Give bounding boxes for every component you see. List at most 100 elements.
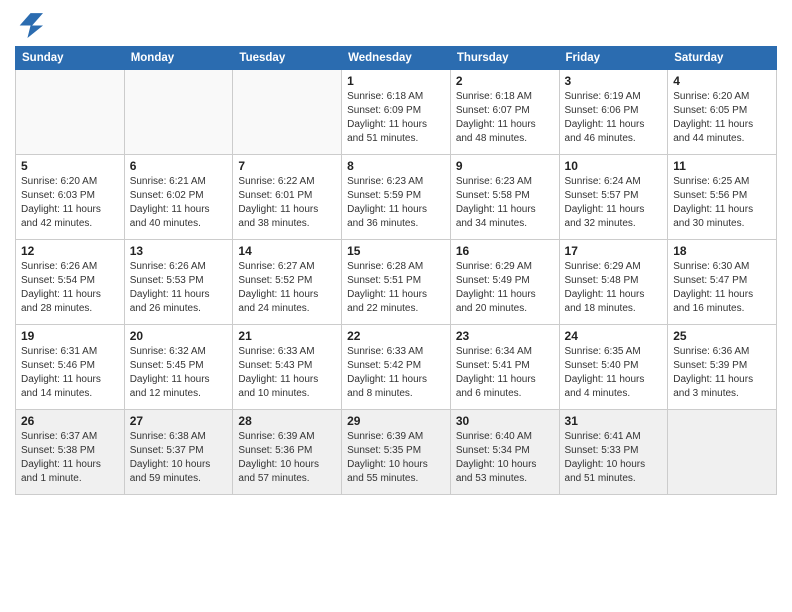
day-info: Sunrise: 6:19 AM Sunset: 6:06 PM Dayligh… xyxy=(565,90,663,146)
calendar-cell: 25 Sunrise: 6:36 AM Sunset: 5:39 PM Dayli… xyxy=(668,325,777,410)
calendar-cell: 29Sunrise: 6:39 AM Sunset: 5:35 PM Dayli… xyxy=(342,410,451,495)
day-info: Sunrise: 6:37 AM Sunset: 5:38 PM Dayligh… xyxy=(21,430,119,486)
calendar-cell: 13Sunrise: 6:26 AM Sunset: 5:53 PM Dayli… xyxy=(124,240,233,325)
day-of-week-wednesday: Wednesday xyxy=(342,47,451,70)
day-info: Sunrise: 6:31 AM Sunset: 5:46 PM Dayligh… xyxy=(21,345,119,401)
day-number: 27 xyxy=(130,414,228,428)
day-info: Sunrise: 6:32 AM Sunset: 5:45 PM Dayligh… xyxy=(130,345,228,401)
day-of-week-monday: Monday xyxy=(124,47,233,70)
day-number: 4 xyxy=(673,74,771,88)
day-number: 11 xyxy=(673,159,771,173)
calendar-cell: 7 Sunrise: 6:22 AM Sunset: 6:01 PM Daylig… xyxy=(233,155,342,240)
calendar-cell: 19Sunrise: 6:31 AM Sunset: 5:46 PM Dayli… xyxy=(16,325,125,410)
calendar-cell: 15 Sunrise: 6:28 AM Sunset: 5:51 PM Dayli… xyxy=(342,240,451,325)
day-info: Sunrise: 6:35 AM Sunset: 5:40 PM Dayligh… xyxy=(565,345,663,401)
day-number: 17 xyxy=(565,244,663,258)
week-row-3: 12 Sunrise: 6:26 AM Sunset: 5:54 PM Dayli… xyxy=(16,240,777,325)
day-info: Sunrise: 6:23 AM Sunset: 5:58 PM Dayligh… xyxy=(456,175,554,231)
day-number: 5 xyxy=(21,159,119,173)
calendar-cell: 16 Sunrise: 6:29 AM Sunset: 5:49 PM Dayli… xyxy=(450,240,559,325)
day-number: 26 xyxy=(21,414,119,428)
calendar-cell: 8 Sunrise: 6:23 AM Sunset: 5:59 PM Daylig… xyxy=(342,155,451,240)
calendar-header: SundayMondayTuesdayWednesdayThursdayFrid… xyxy=(16,47,777,70)
calendar-cell: 31 Sunrise: 6:41 AM Sunset: 5:33 PM Dayli… xyxy=(559,410,668,495)
day-info: Sunrise: 6:29 AM Sunset: 5:48 PM Dayligh… xyxy=(565,260,663,316)
day-info: Sunrise: 6:39 AM Sunset: 5:35 PM Dayligh… xyxy=(347,430,445,486)
logo xyxy=(15,10,47,38)
day-info: Sunrise: 6:28 AM Sunset: 5:51 PM Dayligh… xyxy=(347,260,445,316)
day-info: Sunrise: 6:29 AM Sunset: 5:49 PM Dayligh… xyxy=(456,260,554,316)
week-row-2: 5 Sunrise: 6:20 AM Sunset: 6:03 PM Daylig… xyxy=(16,155,777,240)
day-number: 23 xyxy=(456,329,554,343)
day-number: 28 xyxy=(238,414,336,428)
calendar-cell: 21 Sunrise: 6:33 AM Sunset: 5:43 PM Dayli… xyxy=(233,325,342,410)
calendar-cell: 3Sunrise: 6:19 AM Sunset: 6:06 PM Daylig… xyxy=(559,70,668,155)
week-row-1: 1Sunrise: 6:18 AM Sunset: 6:09 PM Daylig… xyxy=(16,70,777,155)
day-of-week-friday: Friday xyxy=(559,47,668,70)
calendar-cell: 18 Sunrise: 6:30 AM Sunset: 5:47 PM Dayli… xyxy=(668,240,777,325)
calendar-cell: 28 Sunrise: 6:39 AM Sunset: 5:36 PM Dayli… xyxy=(233,410,342,495)
day-of-week-tuesday: Tuesday xyxy=(233,47,342,70)
day-of-week-sunday: Sunday xyxy=(16,47,125,70)
calendar-cell: 27Sunrise: 6:38 AM Sunset: 5:37 PM Dayli… xyxy=(124,410,233,495)
day-info: Sunrise: 6:21 AM Sunset: 6:02 PM Dayligh… xyxy=(130,175,228,231)
calendar-cell: 24 Sunrise: 6:35 AM Sunset: 5:40 PM Dayli… xyxy=(559,325,668,410)
day-info: Sunrise: 6:20 AM Sunset: 6:05 PM Dayligh… xyxy=(673,90,771,146)
day-info: Sunrise: 6:26 AM Sunset: 5:54 PM Dayligh… xyxy=(21,260,119,316)
day-number: 16 xyxy=(456,244,554,258)
header xyxy=(15,10,777,38)
calendar-cell: 20 Sunrise: 6:32 AM Sunset: 5:45 PM Dayli… xyxy=(124,325,233,410)
calendar-cell xyxy=(16,70,125,155)
day-number: 18 xyxy=(673,244,771,258)
day-info: Sunrise: 6:34 AM Sunset: 5:41 PM Dayligh… xyxy=(456,345,554,401)
day-info: Sunrise: 6:40 AM Sunset: 5:34 PM Dayligh… xyxy=(456,430,554,486)
calendar-cell: 9 Sunrise: 6:23 AM Sunset: 5:58 PM Daylig… xyxy=(450,155,559,240)
day-number: 9 xyxy=(456,159,554,173)
day-of-week-thursday: Thursday xyxy=(450,47,559,70)
week-row-4: 19Sunrise: 6:31 AM Sunset: 5:46 PM Dayli… xyxy=(16,325,777,410)
day-info: Sunrise: 6:18 AM Sunset: 6:09 PM Dayligh… xyxy=(347,90,445,146)
day-info: Sunrise: 6:33 AM Sunset: 5:42 PM Dayligh… xyxy=(347,345,445,401)
calendar-cell: 2 Sunrise: 6:18 AM Sunset: 6:07 PM Daylig… xyxy=(450,70,559,155)
day-info: Sunrise: 6:18 AM Sunset: 6:07 PM Dayligh… xyxy=(456,90,554,146)
page: SundayMondayTuesdayWednesdayThursdayFrid… xyxy=(0,0,792,612)
day-info: Sunrise: 6:22 AM Sunset: 6:01 PM Dayligh… xyxy=(238,175,336,231)
day-number: 2 xyxy=(456,74,554,88)
week-row-5: 26 Sunrise: 6:37 AM Sunset: 5:38 PM Dayli… xyxy=(16,410,777,495)
day-number: 13 xyxy=(130,244,228,258)
day-info: Sunrise: 6:30 AM Sunset: 5:47 PM Dayligh… xyxy=(673,260,771,316)
day-number: 8 xyxy=(347,159,445,173)
calendar-cell: 5 Sunrise: 6:20 AM Sunset: 6:03 PM Daylig… xyxy=(16,155,125,240)
day-number: 22 xyxy=(347,329,445,343)
day-info: Sunrise: 6:20 AM Sunset: 6:03 PM Dayligh… xyxy=(21,175,119,231)
calendar-cell: 4 Sunrise: 6:20 AM Sunset: 6:05 PM Daylig… xyxy=(668,70,777,155)
day-number: 14 xyxy=(238,244,336,258)
calendar-cell: 22 Sunrise: 6:33 AM Sunset: 5:42 PM Dayli… xyxy=(342,325,451,410)
calendar-cell xyxy=(124,70,233,155)
day-number: 12 xyxy=(21,244,119,258)
calendar-cell: 6Sunrise: 6:21 AM Sunset: 6:02 PM Daylig… xyxy=(124,155,233,240)
day-info: Sunrise: 6:23 AM Sunset: 5:59 PM Dayligh… xyxy=(347,175,445,231)
day-number: 30 xyxy=(456,414,554,428)
day-info: Sunrise: 6:33 AM Sunset: 5:43 PM Dayligh… xyxy=(238,345,336,401)
calendar-cell: 26 Sunrise: 6:37 AM Sunset: 5:38 PM Dayli… xyxy=(16,410,125,495)
day-number: 24 xyxy=(565,329,663,343)
logo-icon xyxy=(15,10,43,38)
calendar-cell: 30 Sunrise: 6:40 AM Sunset: 5:34 PM Dayli… xyxy=(450,410,559,495)
day-number: 15 xyxy=(347,244,445,258)
day-number: 20 xyxy=(130,329,228,343)
day-of-week-saturday: Saturday xyxy=(668,47,777,70)
calendar-cell: 23 Sunrise: 6:34 AM Sunset: 5:41 PM Dayli… xyxy=(450,325,559,410)
day-number: 31 xyxy=(565,414,663,428)
calendar-cell: 1Sunrise: 6:18 AM Sunset: 6:09 PM Daylig… xyxy=(342,70,451,155)
day-number: 25 xyxy=(673,329,771,343)
day-info: Sunrise: 6:36 AM Sunset: 5:39 PM Dayligh… xyxy=(673,345,771,401)
day-number: 7 xyxy=(238,159,336,173)
calendar-cell: 17 Sunrise: 6:29 AM Sunset: 5:48 PM Dayli… xyxy=(559,240,668,325)
calendar: SundayMondayTuesdayWednesdayThursdayFrid… xyxy=(15,46,777,495)
calendar-cell xyxy=(668,410,777,495)
calendar-cell: 10Sunrise: 6:24 AM Sunset: 5:57 PM Dayli… xyxy=(559,155,668,240)
day-number: 21 xyxy=(238,329,336,343)
day-info: Sunrise: 6:39 AM Sunset: 5:36 PM Dayligh… xyxy=(238,430,336,486)
day-info: Sunrise: 6:41 AM Sunset: 5:33 PM Dayligh… xyxy=(565,430,663,486)
